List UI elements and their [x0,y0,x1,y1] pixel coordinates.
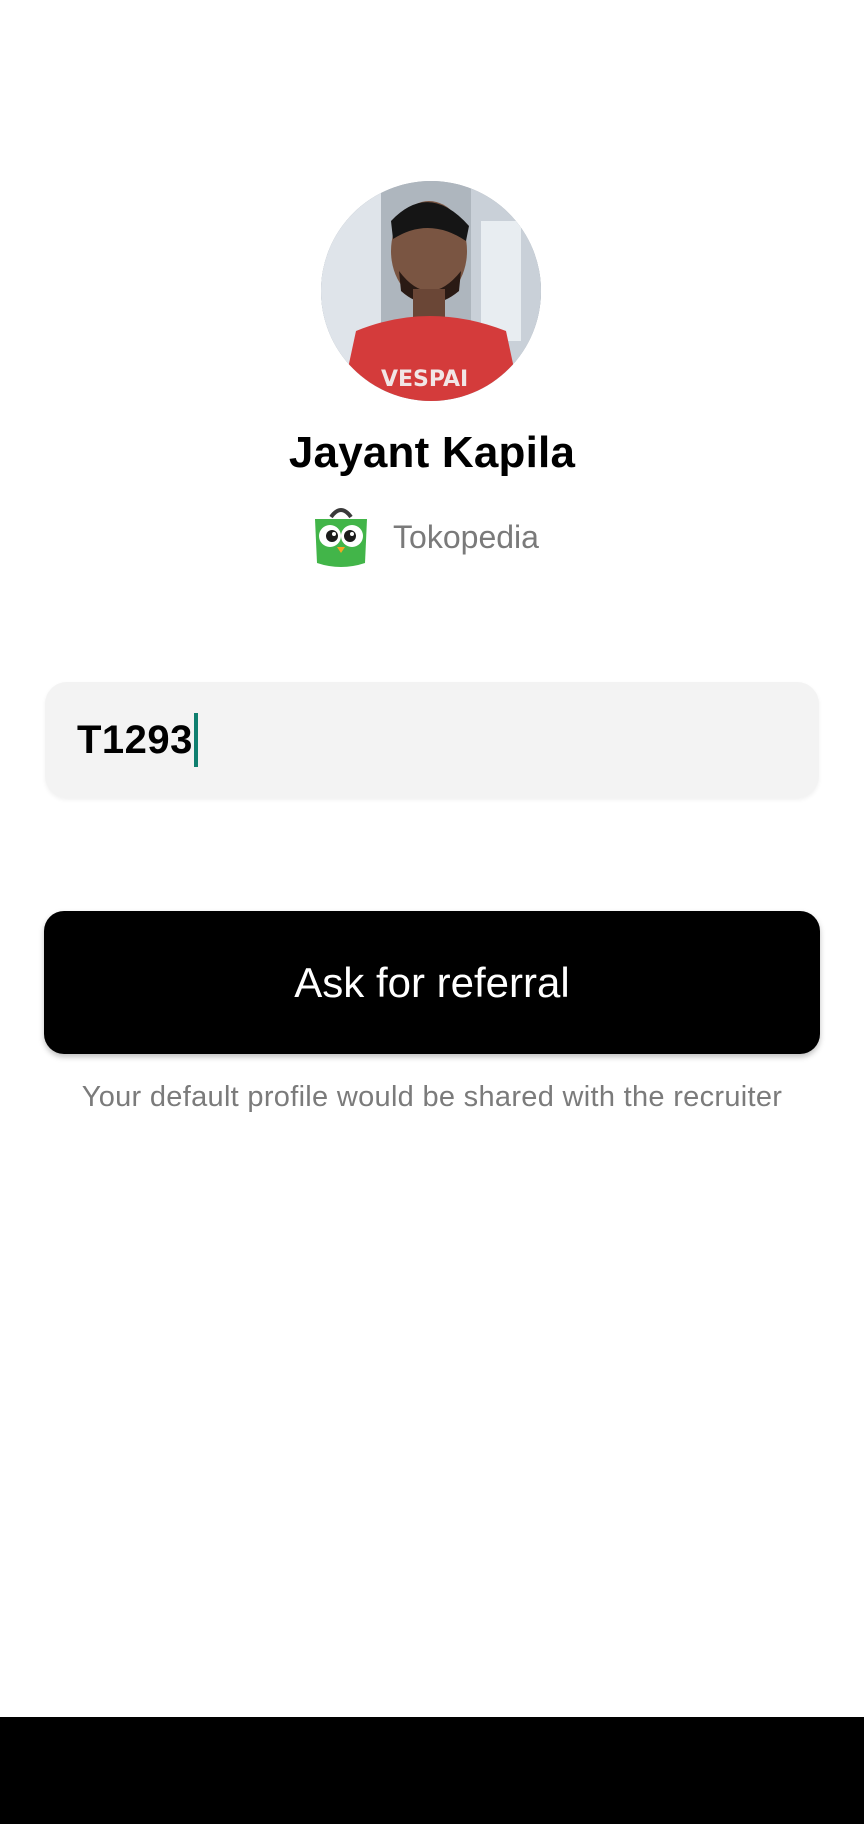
company-row: Tokopedia [0,505,864,569]
company-name: Tokopedia [393,518,539,555]
tokopedia-owl-bag-icon [315,508,368,567]
profile-photo-icon: VESPAI [321,181,541,401]
ask-for-referral-button[interactable]: Ask for referral [44,911,820,1054]
helper-text-container: Your default profile would be shared wit… [60,1074,804,1126]
referral-screen: VESPAI Jayant Kapila Tokopedia T1293 Ask… [0,0,864,1717]
ask-for-referral-label: Ask for referral [294,958,570,1006]
text-caret [193,713,198,767]
svg-text:VESPAI: VESPAI [381,367,468,392]
referral-code-value: T1293 [77,717,193,762]
referral-code-input[interactable]: T1293 [45,682,819,798]
avatar: VESPAI [321,181,541,401]
user-name: Jayant Kapila [288,428,576,477]
system-navigation-bar [0,1717,864,1824]
helper-text: Your default profile would be shared wit… [81,1081,783,1113]
